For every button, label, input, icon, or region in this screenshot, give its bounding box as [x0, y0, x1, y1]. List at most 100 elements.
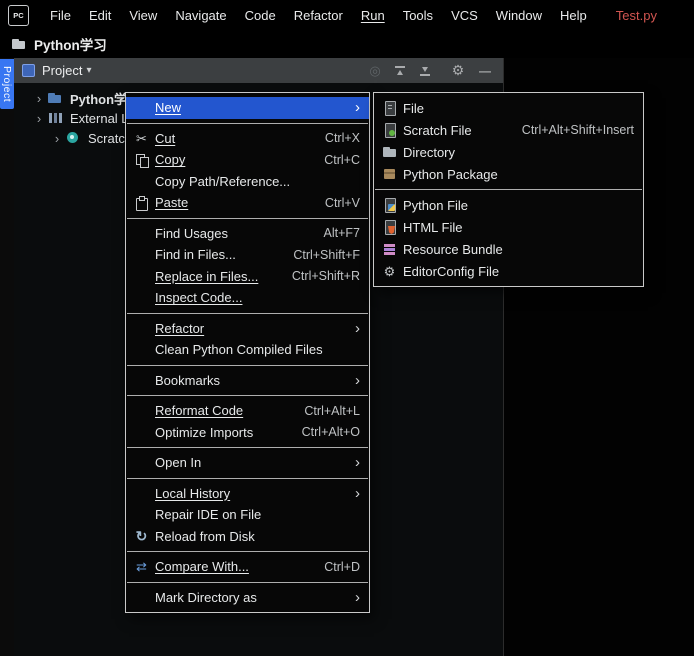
menu-separator — [127, 312, 368, 314]
menu-item-python-file[interactable]: Python File — [374, 194, 643, 216]
menu-item-new[interactable]: New › — [126, 97, 369, 119]
menubar: PC File Edit View Navigate Code Refactor Run To… — [0, 0, 694, 30]
submenu-arrow-icon: › — [355, 484, 360, 502]
submenu-arrow-icon: › — [355, 588, 360, 606]
menu-item-scratch-file[interactable]: Scratch File Ctrl+Alt+Shift+Insert — [374, 119, 643, 141]
scissors-icon: ✂ — [136, 130, 147, 146]
menubar-item-navigate[interactable]: Navigate — [166, 3, 235, 28]
folder-icon — [10, 36, 27, 52]
menu-item-label: EditorConfig File — [403, 263, 500, 279]
menubar-item-tools[interactable]: Tools — [394, 3, 442, 28]
menu-item-label: File — [403, 100, 424, 116]
menu-item-python-package[interactable]: Python Package — [374, 163, 643, 185]
menu-item-local-history[interactable]: Local History › — [126, 483, 369, 505]
tool-window-icon — [22, 64, 35, 77]
scratches-icon — [64, 130, 81, 146]
menu-shortcut: Ctrl+Alt+O — [301, 425, 360, 440]
scratch-file-icon — [381, 122, 398, 138]
menubar-item-code[interactable]: Code — [236, 3, 285, 28]
menu-item-cut[interactable]: ✂ Cut Ctrl+X — [126, 128, 369, 150]
panel-view-selector[interactable]: Project — [42, 63, 82, 78]
menu-shortcut: Ctrl+Shift+F — [293, 247, 360, 262]
menu-item-open-in[interactable]: Open In › — [126, 452, 369, 474]
menu-item-label: Copy — [155, 152, 186, 168]
menu-item-compare-with[interactable]: ⇄ Compare With... Ctrl+D — [126, 556, 369, 578]
menu-separator — [127, 447, 368, 448]
menubar-item-edit[interactable]: Edit — [80, 3, 120, 28]
menu-shortcut: Ctrl+D — [324, 559, 360, 574]
menu-item-label: Compare With... — [155, 559, 249, 575]
menu-item-directory[interactable]: Directory — [374, 141, 643, 163]
menu-item-label: Local History — [155, 485, 231, 501]
collapse-all-icon[interactable] — [392, 63, 408, 79]
menu-item-paste[interactable]: Paste Ctrl+V — [126, 192, 369, 214]
menu-item-label: Find Usages — [155, 225, 228, 241]
python-package-icon — [381, 166, 398, 182]
menubar-item-help[interactable]: Help — [551, 3, 596, 28]
locate-icon[interactable]: ◎ — [367, 63, 383, 79]
menu-item-repair-ide-on-file[interactable]: Repair IDE on File — [126, 504, 369, 526]
menu-shortcut: Ctrl+X — [324, 131, 360, 146]
menu-item-refactor[interactable]: Refactor › — [126, 318, 369, 340]
menubar-item-window[interactable]: Window — [487, 3, 551, 28]
menu-item-reload-from-disk[interactable]: ↻ Reload from Disk — [126, 526, 369, 548]
menu-item-find-in-files[interactable]: Find in Files... Ctrl+Shift+F — [126, 244, 369, 266]
menubar-item-view[interactable]: View — [120, 3, 166, 28]
menu-shortcut: Alt+F7 — [323, 226, 360, 241]
menu-item-label: Copy Path/Reference... — [155, 173, 291, 189]
chevron-down-icon[interactable]: ▾ — [86, 65, 91, 76]
menu-item-label: Inspect Code... — [155, 290, 243, 306]
menu-item-html-file[interactable]: HTML File — [374, 216, 643, 238]
menu-item-label: Reformat Code — [155, 403, 244, 419]
menu-item-label: Clean Python Compiled Files — [155, 342, 323, 358]
project-title-bar: Python学习 — [0, 30, 694, 58]
current-file-label[interactable]: Test.py — [616, 8, 657, 23]
menu-item-bookmarks[interactable]: Bookmarks › — [126, 370, 369, 392]
expand-all-icon[interactable] — [417, 63, 433, 79]
menu-item-reformat-code[interactable]: Reformat Code Ctrl+Alt+L — [126, 400, 369, 422]
menu-item-label: Python Package — [403, 166, 498, 182]
menu-item-label: Cut — [155, 130, 176, 146]
menu-shortcut: Ctrl+Alt+Shift+Insert — [521, 123, 634, 137]
paste-icon — [133, 195, 150, 211]
menu-separator — [127, 395, 368, 396]
menu-item-mark-directory-as[interactable]: Mark Directory as › — [126, 587, 369, 609]
menubar-item-vcs[interactable]: VCS — [442, 3, 487, 28]
tree-chevron-icon[interactable]: › — [32, 91, 46, 106]
menu-shortcut: Ctrl+V — [324, 195, 360, 210]
tree-chevron-icon[interactable]: › — [32, 111, 46, 126]
menubar-item-refactor[interactable]: Refactor — [285, 3, 352, 28]
menu-item-label: Find in Files... — [155, 247, 236, 263]
menubar-item-file[interactable]: File — [41, 3, 80, 28]
menu-item-label: Repair IDE on File — [155, 507, 262, 523]
copy-icon — [133, 152, 150, 168]
menu-item-label: Directory — [403, 144, 456, 160]
menu-item-find-usages[interactable]: Find Usages Alt+F7 — [126, 223, 369, 245]
menu-item-copy[interactable]: Copy Ctrl+C — [126, 149, 369, 171]
directory-icon — [381, 144, 398, 160]
menu-item-editorconfig-file[interactable]: ⚙ EditorConfig File — [374, 260, 643, 282]
menu-item-file[interactable]: File — [374, 97, 643, 119]
menu-item-label: Bookmarks — [155, 372, 221, 388]
menu-item-label: Paste — [155, 195, 189, 211]
menu-item-inspect-code[interactable]: Inspect Code... — [126, 287, 369, 309]
menu-item-label: Open In — [155, 455, 202, 471]
menu-separator — [127, 551, 368, 552]
menu-item-label: Resource Bundle — [403, 241, 503, 257]
tree-chevron-icon[interactable]: › — [50, 131, 64, 146]
libraries-icon — [46, 110, 63, 126]
compare-icon: ⇄ — [136, 559, 147, 575]
menu-item-replace-in-files[interactable]: Replace in Files... Ctrl+Shift+R — [126, 266, 369, 288]
menubar-item-run[interactable]: Run — [352, 3, 394, 28]
submenu-arrow-icon: › — [355, 454, 360, 472]
menu-item-label: Python File — [403, 197, 469, 213]
menu-item-resource-bundle[interactable]: Resource Bundle — [374, 238, 643, 260]
settings-icon[interactable]: ⚙ — [450, 62, 466, 79]
pycharm-window: PC File Edit View Navigate Code Refactor Run To… — [0, 0, 694, 656]
project-stripe-tab[interactable]: Project — [0, 59, 14, 110]
hide-icon[interactable]: — — [477, 63, 493, 79]
menu-item-clean-python-compiled-files[interactable]: Clean Python Compiled Files — [126, 339, 369, 361]
project-stripe-tab-label: Project — [1, 66, 13, 103]
menu-item-optimize-imports[interactable]: Optimize Imports Ctrl+Alt+O — [126, 422, 369, 444]
menu-item-copy-path-reference[interactable]: Copy Path/Reference... — [126, 171, 369, 193]
